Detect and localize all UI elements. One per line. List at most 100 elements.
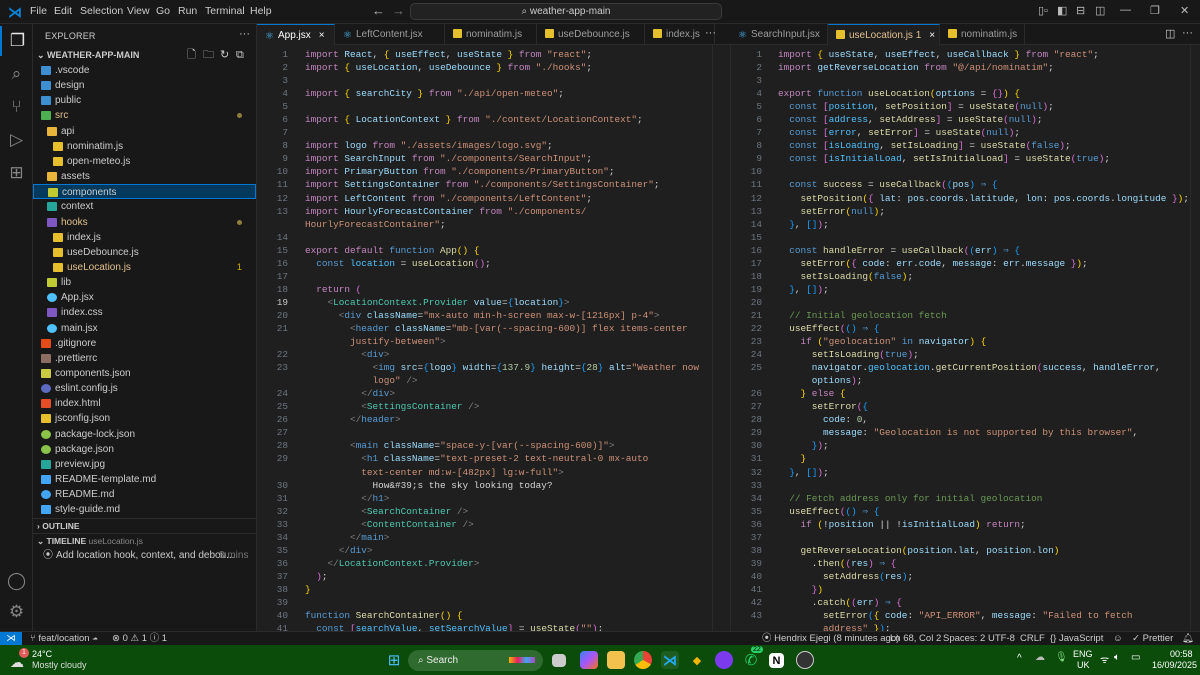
restore-button[interactable]: ❐ [1150,4,1160,17]
tree-item[interactable]: .gitignore [33,336,256,351]
git-blame[interactable]: ⦿ Hendrix Ejegi (8 minutes ago) [762,632,899,645]
back-arrow-icon[interactable]: ← [372,3,385,18]
tab-app-jsx[interactable]: ⚛ App.jsx × [257,24,335,45]
menu-file[interactable]: File [30,5,47,17]
tab-nominatim-js[interactable]: nominatim.js [445,24,537,45]
tree-item[interactable]: .prettierrc [33,351,256,366]
menu-help[interactable]: Help [250,5,272,17]
new-file-icon[interactable]: 🗋 [187,48,196,63]
tree-item[interactable]: useDebounce.js [33,245,256,260]
volume-icon[interactable]: 🔈︎ [1114,652,1120,663]
wifi-icon[interactable]: ᯤ [1100,652,1109,666]
timeline-section[interactable]: ⌄ TIMELINE useLocation.js [33,533,256,548]
tree-item[interactable]: components [33,184,256,200]
tree-item[interactable]: src [33,108,256,123]
clock-time[interactable]: 00:58 [1170,649,1193,659]
code-area[interactable]: 1 import { useState, useEffect, useCallba… [731,48,1200,631]
refresh-icon[interactable]: ↻ [220,48,229,63]
scrollbar[interactable] [1190,45,1200,631]
toggle-panel-icon[interactable]: ⊟ [1076,4,1085,17]
vscode-taskbar-icon[interactable]: ⋊ [661,651,679,669]
tree-item[interactable]: README-template.md [33,472,256,487]
outline-section[interactable]: › OUTLINE [33,518,256,533]
search-icon[interactable]: ⌕ [0,59,33,89]
code-area[interactable]: 1 import React, { useEffect, useState } f… [257,48,722,631]
tab-leftcontent-jsx[interactable]: ⚛ LeftContent.jsx [335,24,445,45]
tree-item[interactable]: package.json [33,442,256,457]
obs-icon[interactable] [796,651,814,669]
tree-item[interactable]: components.json [33,366,256,381]
copilot-app-icon[interactable] [580,651,598,669]
run-debug-icon[interactable]: ▷ [0,125,33,155]
tab-uselocation-js[interactable]: useLocation.js 1 × [828,24,940,45]
tree-item[interactable]: lib [33,275,256,290]
show-hidden-icons[interactable]: ^ [1017,653,1022,664]
tree-item[interactable]: eslint.config.js [33,381,256,396]
menu-view[interactable]: View [127,5,150,17]
microphone-icon[interactable]: 🎙︎ [1055,652,1068,663]
editor-app-jsx[interactable]: 1 import React, { useEffect, useState } f… [257,45,722,631]
close-icon[interactable]: × [929,30,935,41]
whatsapp-icon[interactable]: ✆ 22 [742,646,763,669]
indentation[interactable]: Spaces: 2 [943,632,985,645]
prettier-button[interactable]: ✓ Prettier [1132,632,1173,645]
battery-icon[interactable]: ▭ [1131,652,1140,663]
remote-button[interactable]: ⋊ [0,632,22,646]
menu-selection[interactable]: Selection [80,5,123,17]
tree-item[interactable]: preview.jpg [33,457,256,472]
notifications-bell-icon[interactable]: 🔔︎ [1182,632,1194,645]
workspace-root[interactable]: ⌄ WEATHER-APP-MAIN 🗋 🗀 ↻ ⧉ [33,48,256,63]
timeline-item[interactable]: ⦿ Add location hook, context, and debou.… [33,548,256,563]
github-desktop-icon[interactable] [715,651,733,669]
weather-widget[interactable]: ☁ 1 [10,648,30,670]
tree-item[interactable]: hooks [33,215,256,230]
menu-edit[interactable]: Edit [54,5,72,17]
tree-item[interactable]: main.jsx [33,321,256,336]
encoding[interactable]: UTF-8 [988,632,1015,645]
split-editor-icon[interactable]: ◫ [1165,27,1175,40]
more-actions-icon[interactable]: ··· [1182,27,1193,39]
file-explorer-icon[interactable] [607,651,625,669]
tree-item[interactable]: context [33,199,256,214]
collapse-all-icon[interactable]: ⧉ [236,48,244,63]
tree-item[interactable]: index.html [33,396,256,411]
menu-go[interactable]: Go [156,5,170,17]
command-center-search[interactable]: ⌕ weather-app-main [410,3,722,20]
explorer-icon[interactable]: ❐ [0,26,33,56]
tree-item[interactable]: index.js [33,230,256,245]
tree-item[interactable]: package-lock.json [33,427,256,442]
tree-item[interactable]: design [33,78,256,93]
input-region[interactable]: UK [1077,660,1090,670]
tree-item[interactable]: README.md [33,487,256,502]
copilot-icon[interactable]: ☺ [1113,632,1123,645]
close-window-button[interactable]: ✕ [1180,4,1189,17]
tree-item[interactable]: api [33,124,256,139]
input-language[interactable]: ENG [1073,649,1093,659]
chrome-icon[interactable] [634,651,652,669]
language-mode[interactable]: {} JavaScript [1050,632,1103,645]
new-folder-icon[interactable]: 🗀 [203,48,214,63]
settings-gear-icon[interactable]: ⚙ [0,597,33,627]
scrollbar[interactable] [712,45,722,631]
tree-item[interactable]: public [33,93,256,108]
editor-use-location-js[interactable]: 1 import { useState, useEffect, useCallba… [730,45,1200,631]
tree-item[interactable]: useLocation.js 1 [33,260,256,275]
taskbar-search[interactable]: ⌕ Search [408,650,543,671]
tree-item[interactable]: index.css [33,305,256,320]
start-button[interactable]: ⊞ [385,651,403,669]
tree-item[interactable]: assets [33,169,256,184]
notion-icon[interactable]: N [769,653,784,668]
branch-button[interactable]: ⑂ feat/location ☁ [30,632,98,645]
close-icon[interactable]: × [319,30,325,41]
source-control-icon[interactable]: ⑂ [0,92,33,122]
clock-date[interactable]: 16/09/2025 [1152,660,1197,670]
explorer-more-button[interactable]: ··· [239,28,250,40]
tree-item[interactable]: .vscode [33,63,256,78]
tab-nominatim-js[interactable]: nominatim.js [940,24,1025,45]
git-client-icon[interactable]: ◆ [688,651,706,669]
forward-arrow-icon[interactable]: → [392,3,405,18]
tree-item[interactable]: open-meteo.js [33,154,256,169]
cursor-position[interactable]: Ln 68, Col 2 [890,632,941,645]
account-icon[interactable]: ◯ [0,566,33,596]
customize-layout-icon[interactable]: ▯▫ [1038,4,1048,17]
